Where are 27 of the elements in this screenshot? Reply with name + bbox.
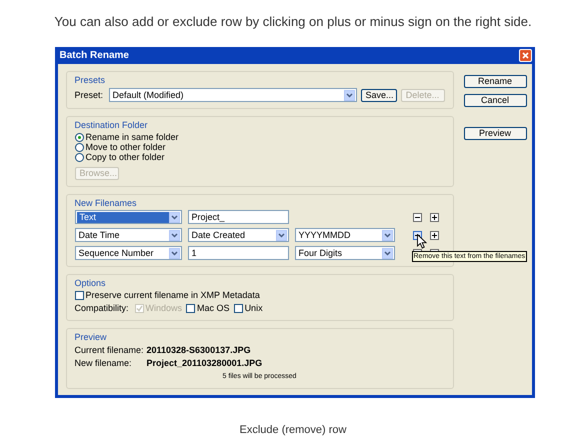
- group-title: Destination Folder: [74, 119, 148, 131]
- window-title: Batch Rename: [60, 50, 129, 61]
- field-label: Current filename:: [74, 345, 145, 356]
- field-value: Sequence Number: [78, 248, 155, 258]
- field-value: 1: [190, 248, 198, 258]
- group-title: Preview: [74, 331, 107, 343]
- caption-text: Exclude (remove) row: [240, 423, 346, 438]
- field-label: Preset:: [74, 90, 104, 100]
- field-value: Project_: [190, 212, 226, 222]
- field-value: Date Created: [190, 230, 246, 240]
- field-value: Date Time: [78, 230, 121, 240]
- field-value: Text: [76, 212, 168, 222]
- field-value: 20110328-S6300137.JPG: [146, 345, 251, 356]
- group-title: Presets: [74, 74, 106, 86]
- group-title: Options: [74, 277, 106, 289]
- field-label: New filename:: [74, 358, 133, 369]
- checkbox-label: Windows: [146, 303, 182, 314]
- field-value: Default (Modified): [112, 90, 185, 100]
- field-value: YYYYMMDD: [298, 230, 352, 240]
- checkbox-label: Preserve current filename in XMP Metadata: [86, 290, 260, 301]
- checkbox-label: Unix: [244, 303, 263, 314]
- intro-text: You can also add or exclude row by clicking on plus or minus sign on the right side.: [54, 14, 532, 30]
- checkbox-label: Mac OS: [197, 303, 230, 314]
- field-label: Compatibility:: [74, 303, 129, 314]
- group-title: New Filenames: [74, 197, 137, 209]
- field-value: Project_201103280001.JPG: [146, 358, 262, 369]
- field-value: Four Digits: [298, 248, 344, 258]
